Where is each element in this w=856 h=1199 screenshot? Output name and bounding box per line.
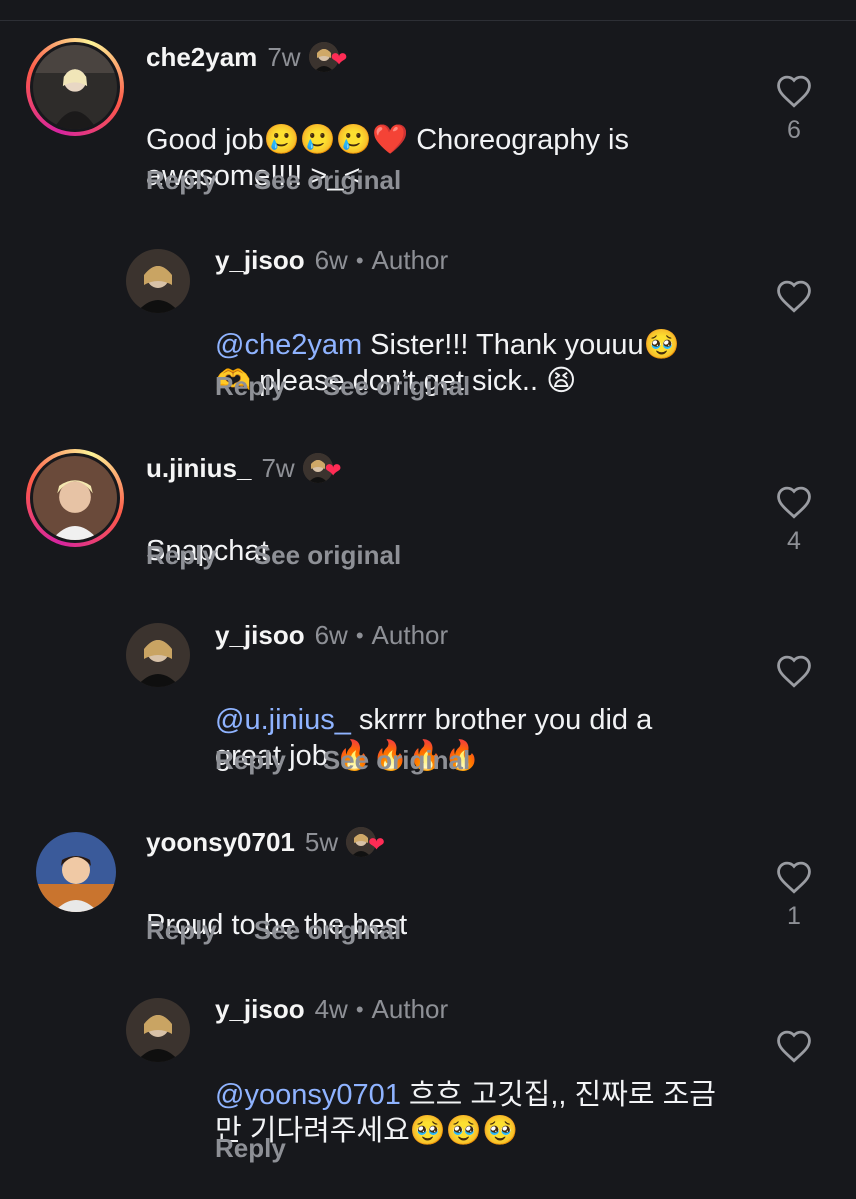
mention-link[interactable]: @yoonsy0701 xyxy=(215,1079,401,1111)
see-original-button[interactable]: See original xyxy=(254,540,401,571)
username[interactable]: u.jinius_ xyxy=(146,453,251,484)
see-original-button[interactable]: See original xyxy=(323,371,470,402)
like-count: 1 xyxy=(787,902,801,930)
reply-button[interactable]: Reply xyxy=(215,745,286,776)
username[interactable]: yoonsy0701 xyxy=(146,827,295,858)
top-divider xyxy=(0,20,856,21)
author-label: Author xyxy=(371,620,449,650)
username[interactable]: y_jisoo xyxy=(215,994,305,1025)
like-count: 6 xyxy=(787,116,801,144)
username[interactable]: y_jisoo xyxy=(215,620,305,651)
heart-outline-icon[interactable] xyxy=(775,1029,813,1063)
timestamp: 6w xyxy=(314,245,348,275)
reply-button[interactable]: Reply xyxy=(146,165,217,196)
mention-link[interactable]: @che2yam xyxy=(215,329,362,361)
timestamp: 4w xyxy=(314,994,348,1024)
heart-outline-icon[interactable] xyxy=(775,485,813,519)
avatar[interactable] xyxy=(36,832,116,912)
heart-outline-icon[interactable] xyxy=(775,74,813,108)
comment-text: @yoonsy0701 흐흐 고깃집,, 진짜로 조금 만 기다려주세요🥹🥹🥹 xyxy=(215,1079,716,1147)
avatar[interactable] xyxy=(26,449,124,547)
timestamp: 5w xyxy=(304,826,339,857)
heart-filled-icon: ❤ xyxy=(324,460,342,482)
heart-outline-icon[interactable] xyxy=(775,654,813,688)
separator-dot: • xyxy=(355,996,364,1022)
heart-filled-icon: ❤ xyxy=(368,834,385,856)
avatar[interactable] xyxy=(26,38,124,136)
heart-filled-icon: ❤ xyxy=(330,49,348,71)
see-original-button[interactable]: See original xyxy=(254,915,401,946)
separator-dot: • xyxy=(355,247,364,273)
reply-button[interactable]: Reply xyxy=(146,915,217,946)
reply-button[interactable]: Reply xyxy=(146,540,217,571)
timestamp: 7w xyxy=(261,452,295,483)
timestamp: 6w xyxy=(314,620,348,650)
heart-outline-icon[interactable] xyxy=(775,860,813,894)
liked-by-author-badge: ❤ xyxy=(302,451,343,485)
avatar[interactable] xyxy=(126,998,190,1062)
reply-button[interactable]: Reply xyxy=(215,1133,286,1164)
separator-dot: • xyxy=(355,622,364,648)
avatar[interactable] xyxy=(126,249,190,313)
see-original-button[interactable]: See original xyxy=(254,165,401,196)
author-label: Author xyxy=(371,994,449,1024)
author-label: Author xyxy=(371,245,449,275)
username[interactable]: che2yam xyxy=(146,42,257,73)
liked-by-author-badge: ❤ xyxy=(308,40,349,74)
mention-link[interactable]: @u.jinius_ xyxy=(215,704,351,736)
username[interactable]: y_jisoo xyxy=(215,245,305,276)
timestamp: 7w xyxy=(267,41,301,72)
like-count: 4 xyxy=(787,527,801,555)
avatar[interactable] xyxy=(126,623,190,687)
heart-outline-icon[interactable] xyxy=(775,279,813,313)
liked-by-author-badge: ❤ xyxy=(346,825,386,859)
see-original-button[interactable]: See original xyxy=(323,745,470,776)
avatar-photo-icon xyxy=(33,45,117,129)
reply-button[interactable]: Reply xyxy=(215,371,286,402)
